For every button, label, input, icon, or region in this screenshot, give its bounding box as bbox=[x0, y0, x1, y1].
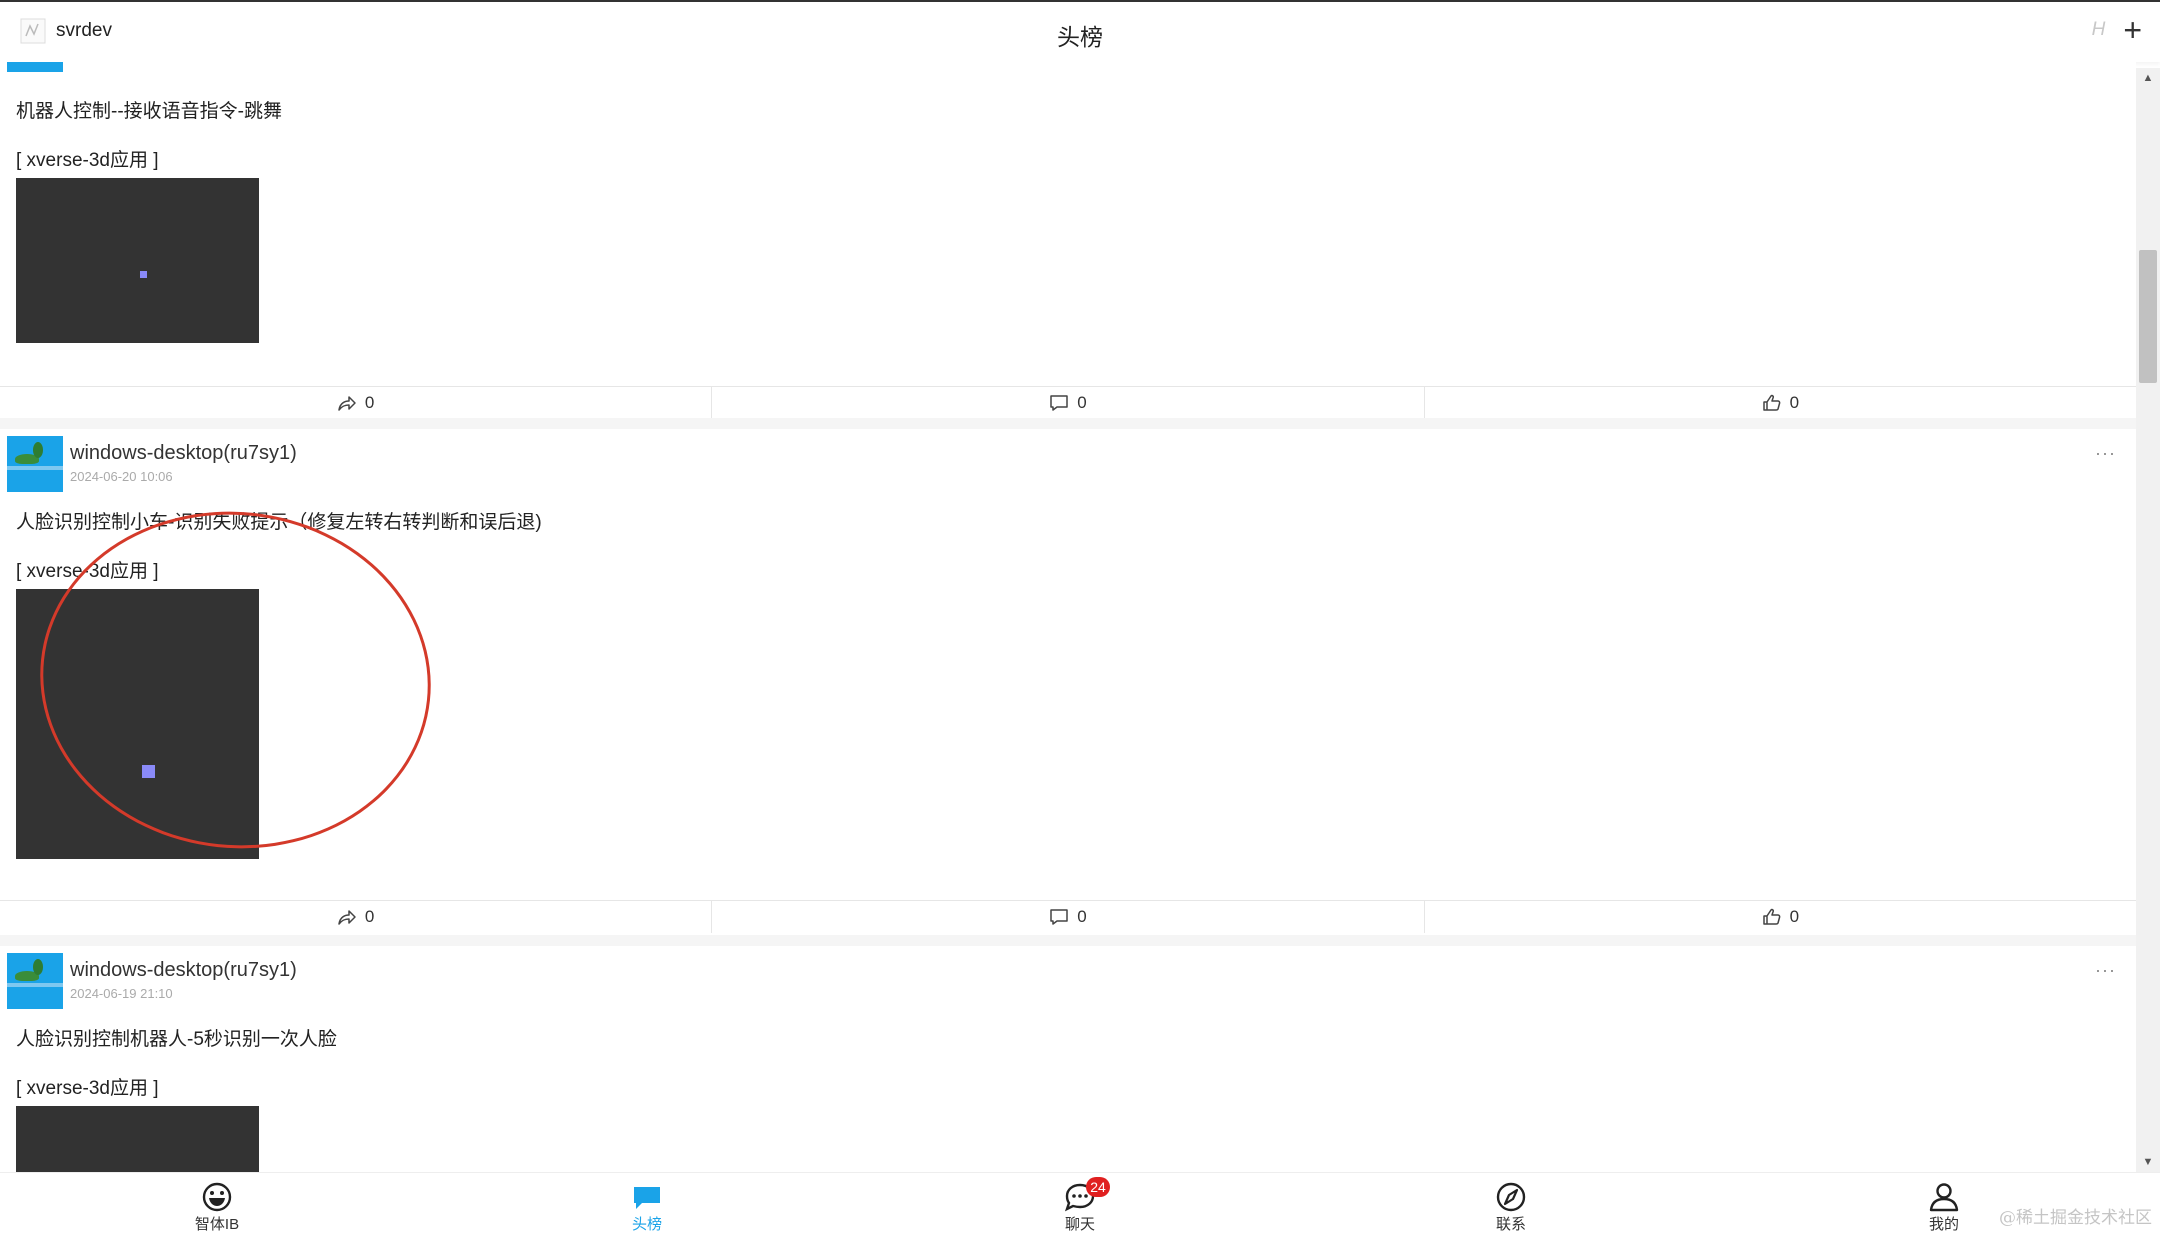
share-button[interactable]: 0 bbox=[0, 387, 713, 419]
page-title: 头榜 bbox=[1057, 24, 1103, 50]
nav-item-toubang[interactable]: 头榜 bbox=[587, 1181, 707, 1234]
comment-count: 0 bbox=[1077, 907, 1087, 926]
post-separator bbox=[0, 418, 2136, 429]
post-title[interactable]: 人脸识别控制小车-识别失败提示（修复左转右转判断和误后退) bbox=[16, 507, 542, 534]
nav-label: 我的 bbox=[1928, 1216, 1959, 1233]
more-options-icon[interactable]: ··· bbox=[2095, 960, 2116, 981]
post-actions: 0 0 0 bbox=[0, 386, 2136, 419]
like-button[interactable]: 0 bbox=[1425, 387, 2136, 419]
smiley-icon bbox=[202, 1182, 232, 1212]
watermark: @稀土掘金技术社区 bbox=[1999, 1208, 2152, 1228]
post-title[interactable]: 机器人控制--接收语音指令-跳舞 bbox=[16, 96, 282, 123]
avatar[interactable] bbox=[7, 436, 63, 492]
nav-item-mine[interactable]: 我的 bbox=[1884, 1181, 2004, 1234]
compass-icon bbox=[1496, 1182, 1526, 1212]
thumbnail-dot bbox=[140, 271, 147, 278]
share-icon bbox=[338, 396, 356, 411]
scrollbar[interactable]: ▲ ▼ bbox=[2136, 68, 2160, 1172]
thumbnail-dot bbox=[142, 765, 155, 778]
nav-label: 智体IB bbox=[194, 1216, 240, 1233]
comment-button[interactable]: 0 bbox=[712, 901, 1425, 933]
post-actions: 0 0 0 bbox=[0, 900, 2136, 933]
user-icon bbox=[1929, 1183, 1959, 1212]
post-card: windows-desktop(ru7sy1) 2024-06-20 10:06… bbox=[0, 429, 2136, 935]
heading-hint-icon: H bbox=[2091, 19, 2106, 40]
post-time: 2024-06-20 10:06 bbox=[70, 469, 173, 484]
chat-bubble-icon bbox=[634, 1187, 660, 1209]
nav-label: 联系 bbox=[1495, 1216, 1526, 1233]
avatar[interactable] bbox=[7, 62, 63, 72]
avatar[interactable] bbox=[7, 953, 63, 1009]
post-thumbnail[interactable] bbox=[16, 1106, 259, 1172]
post-thumbnail[interactable] bbox=[16, 178, 259, 343]
post-author[interactable]: windows-desktop(ru7sy1) bbox=[70, 442, 297, 465]
bottom-nav: 智体IB 头榜 聊天 24 联系 我的 @稀土掘金技术社区 bbox=[0, 1172, 2160, 1240]
like-button[interactable]: 0 bbox=[1425, 901, 2136, 933]
share-button[interactable]: 0 bbox=[0, 901, 713, 933]
comment-icon bbox=[1050, 909, 1068, 925]
like-count: 0 bbox=[1789, 393, 1800, 412]
post-thumbnail[interactable] bbox=[16, 589, 259, 859]
post-time: 2024-06-19 21:10 bbox=[70, 986, 173, 1001]
post-separator bbox=[0, 935, 2136, 946]
share-icon bbox=[338, 910, 356, 925]
nav-item-chat[interactable]: 聊天 24 bbox=[1020, 1177, 1140, 1234]
share-count: 0 bbox=[364, 393, 375, 412]
nav-label: 聊天 bbox=[1064, 1216, 1095, 1233]
post-title[interactable]: 人脸识别控制机器人-5秒识别一次人脸 bbox=[16, 1024, 337, 1051]
feed: 机器人控制--接收语音指令-跳舞 [ xverse-3d应用 ] 0 0 0 w… bbox=[0, 62, 2136, 1172]
share-count: 0 bbox=[364, 907, 375, 926]
chat-badge: 24 bbox=[1086, 1177, 1110, 1197]
like-count: 0 bbox=[1789, 907, 1800, 926]
nav-label: 头榜 bbox=[631, 1216, 662, 1233]
nav-item-contact[interactable]: 联系 bbox=[1451, 1181, 1571, 1234]
scroll-down-arrow-icon[interactable]: ▼ bbox=[2136, 1152, 2160, 1172]
comment-button[interactable]: 0 bbox=[712, 387, 1425, 419]
post-card: 机器人控制--接收语音指令-跳舞 [ xverse-3d应用 ] 0 0 0 bbox=[0, 62, 2136, 419]
thumbs-up-icon bbox=[1762, 394, 1780, 411]
post-tag[interactable]: [ xverse-3d应用 ] bbox=[16, 556, 159, 583]
add-button[interactable]: + bbox=[2123, 14, 2142, 46]
more-options-icon[interactable]: ··· bbox=[2095, 443, 2116, 464]
post-tag[interactable]: [ xverse-3d应用 ] bbox=[16, 145, 159, 172]
post-author[interactable]: windows-desktop(ru7sy1) bbox=[70, 959, 297, 982]
top-bar: svrdev 头榜 H + bbox=[0, 0, 2160, 62]
scroll-up-arrow-icon[interactable]: ▲ bbox=[2136, 68, 2160, 88]
comment-icon bbox=[1050, 395, 1068, 411]
post-card: windows-desktop(ru7sy1) 2024-06-19 21:10… bbox=[0, 946, 2136, 1172]
post-tag[interactable]: [ xverse-3d应用 ] bbox=[16, 1073, 159, 1100]
thumbs-up-icon bbox=[1762, 908, 1780, 925]
comment-count: 0 bbox=[1077, 393, 1087, 412]
scrollbar-thumb[interactable] bbox=[2139, 250, 2157, 383]
nav-item-zhiti[interactable]: 智体IB bbox=[157, 1181, 277, 1234]
